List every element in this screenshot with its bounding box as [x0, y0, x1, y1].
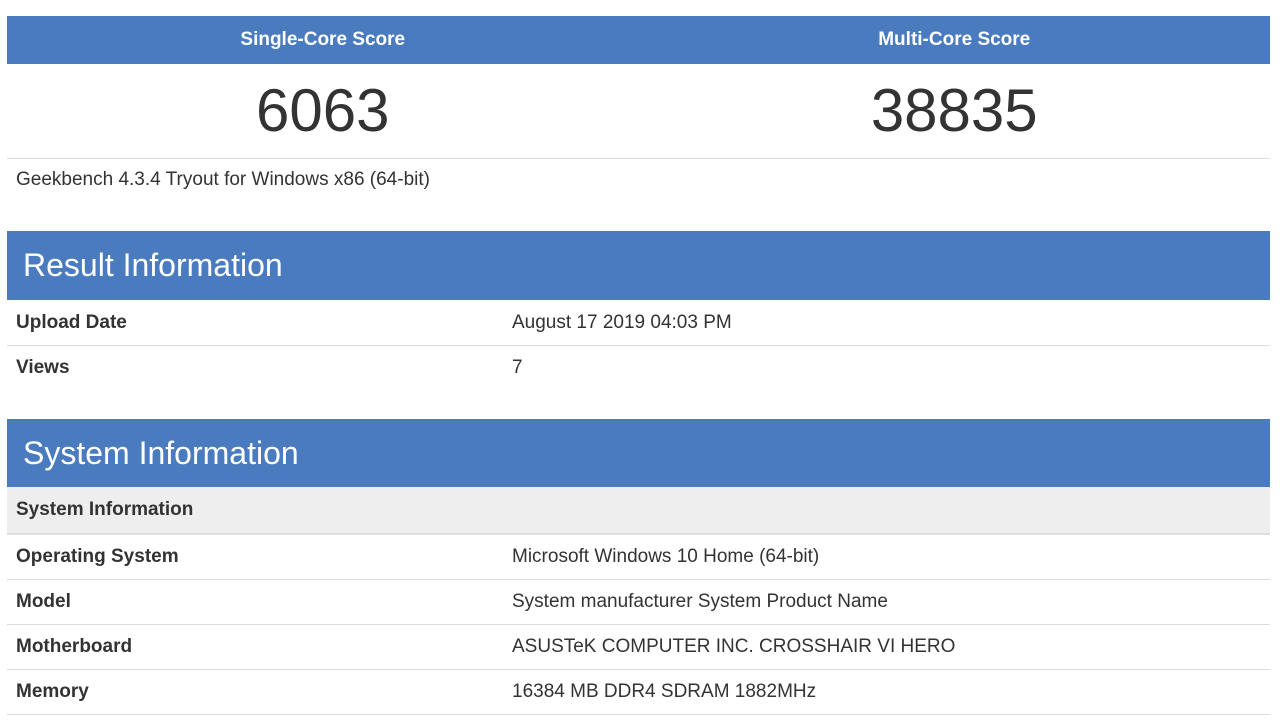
row-key: Memory [16, 681, 89, 702]
score-values-row: 6063 38835 [7, 64, 1270, 159]
benchmark-version: Geekbench 4.3.4 Tryout for Windows x86 (… [16, 169, 430, 190]
result-information-section: Result Information Upload Date August 17… [7, 231, 1270, 389]
single-core-score-value: 6063 [256, 76, 390, 144]
row-key: Model [16, 591, 71, 612]
row-value: 16384 MB DDR4 SDRAM 1882MHz [512, 681, 817, 702]
row-value: ASUSTeK COMPUTER INC. CROSSHAIR VI HERO [512, 636, 956, 657]
row-key: Upload Date [16, 311, 127, 333]
row-value: August 17 2019 04:03 PM [512, 311, 732, 333]
row-key: Operating System [16, 546, 179, 567]
table-row-upload-date: Upload Date August 17 2019 04:03 PM [7, 300, 1270, 346]
single-core-score-label: Single-Core Score [240, 29, 406, 50]
table-row-model: Model System manufacturer System Product… [7, 580, 1270, 625]
score-table: Single-Core Score Multi-Core Score 6063 … [7, 16, 1270, 159]
row-key: Views [16, 356, 70, 378]
geekbench-result-page: Single-Core Score Multi-Core Score 6063 … [0, 0, 1280, 722]
row-key: Motherboard [16, 636, 133, 657]
multi-core-score-label: Multi-Core Score [878, 29, 1031, 50]
system-information-section: System Information System Information Op… [7, 419, 1270, 715]
row-value: 7 [512, 356, 523, 378]
result-information-title: Result Information [7, 231, 1270, 300]
table-row-memory: Memory 16384 MB DDR4 SDRAM 1882MHz [7, 670, 1270, 715]
table-row-operating-system: Operating System Microsoft Windows 10 Ho… [7, 535, 1270, 580]
system-information-title: System Information [7, 419, 1270, 487]
table-row-views: Views 7 [7, 346, 1270, 389]
row-value: Microsoft Windows 10 Home (64-bit) [512, 546, 820, 567]
table-row-motherboard: Motherboard ASUSTeK COMPUTER INC. CROSSH… [7, 625, 1270, 670]
multi-core-score-value: 38835 [870, 76, 1038, 144]
system-information-subheading: System Information [7, 487, 1270, 535]
score-header-row: Single-Core Score Multi-Core Score [7, 16, 1270, 64]
row-value: System manufacturer System Product Name [512, 591, 888, 612]
